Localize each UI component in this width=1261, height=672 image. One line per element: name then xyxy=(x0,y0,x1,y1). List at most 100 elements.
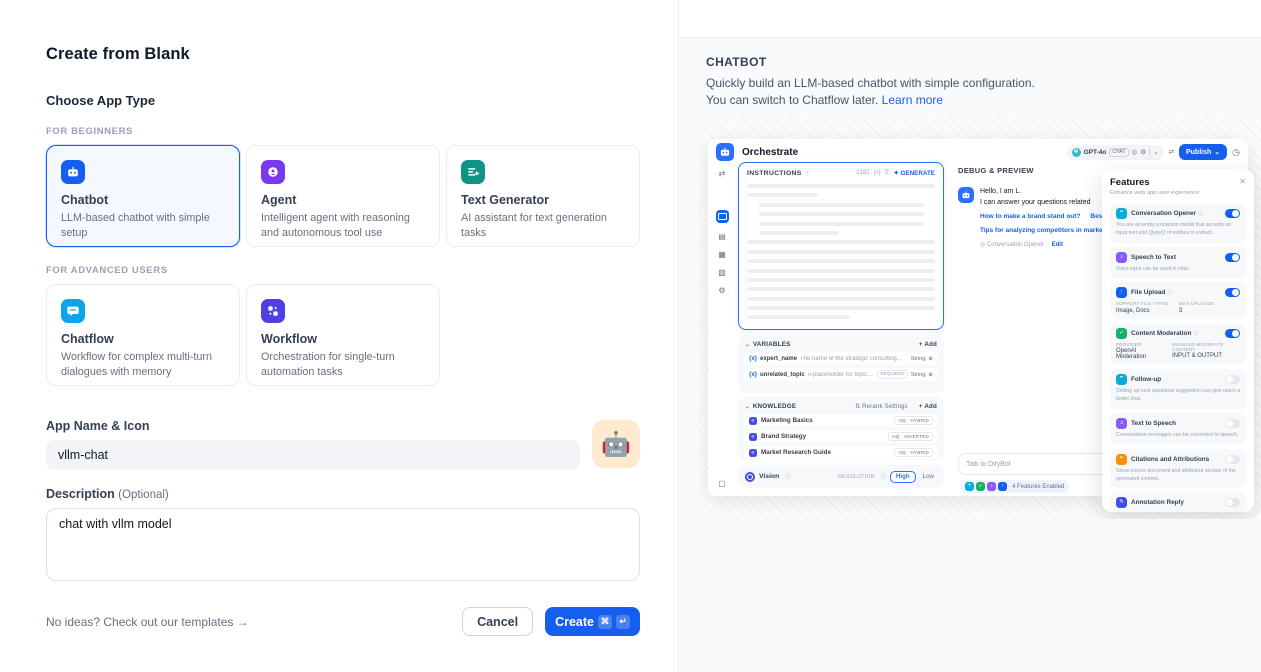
toggle[interactable] xyxy=(1225,419,1240,428)
copy-icon[interactable]: ⎘ xyxy=(885,170,890,177)
description-label: Description (Optional) xyxy=(46,487,640,501)
optional-label: (Optional) xyxy=(118,489,169,501)
card-text-generator[interactable]: Text Generator AI assistant for text gen… xyxy=(446,145,640,247)
card-workflow[interactable]: Workflow Orchestration for single-turn a… xyxy=(246,284,440,386)
orchestrate-title: Orchestrate xyxy=(742,147,798,158)
cancel-button[interactable]: Cancel xyxy=(462,607,533,636)
info-icon: ⓘ xyxy=(881,473,886,480)
templates-link[interactable]: No ideas? Check out our templates → xyxy=(46,615,249,629)
toggle[interactable] xyxy=(1225,253,1240,262)
modal-footer: No ideas? Check out our templates → Canc… xyxy=(46,607,640,636)
variable-icon[interactable]: {x} xyxy=(874,170,881,176)
model-selector[interactable]: ✻ GPT-4o CHAT ◎ ⚙ ⌄ xyxy=(1067,145,1164,160)
exchange-icon[interactable]: ⇄ xyxy=(719,169,726,178)
cmd-key-icon: ⌘ xyxy=(598,615,612,629)
publish-button[interactable]: Publish⌄ xyxy=(1179,144,1227,160)
content-moderation-icon: ✓ xyxy=(976,482,985,491)
placeholder-line xyxy=(759,231,838,235)
knowledge-row[interactable]: ≡ Market Research Guide HQ · HYBRID xyxy=(744,446,938,459)
features-header: Features ✕ xyxy=(1110,177,1246,188)
document-icon[interactable]: ▦ xyxy=(718,250,726,259)
index-mode-tag: HQ · INVERTED xyxy=(888,432,933,441)
note-icon[interactable]: ▧ xyxy=(718,268,726,277)
card-agent[interactable]: Agent Intelligent agent with reasoning a… xyxy=(246,145,440,247)
history-icon[interactable]: ◷ xyxy=(1232,147,1240,158)
edit-link[interactable]: Edit xyxy=(1052,242,1063,248)
dataset-icon: ≡ xyxy=(749,433,757,441)
close-icon[interactable]: ✕ xyxy=(1239,177,1246,186)
conversation-opener-row: ◎ Conversation Opener Edit xyxy=(980,241,1105,250)
placeholder-line xyxy=(747,259,935,263)
toggle[interactable] xyxy=(1225,209,1240,218)
create-button[interactable]: Create ⌘ ↵ xyxy=(545,607,640,636)
card-chatbot[interactable]: Chatbot LLM-based chatbot with simple se… xyxy=(46,145,240,247)
frame-icon[interactable]: ▢ xyxy=(708,479,736,488)
feature-card-conversation-opener: ❝ Conversation Opener ⓘ You are an entit… xyxy=(1110,203,1246,243)
feature-card-file-upload: ↑ File Upload ⓘ SUPPORT FILE TYPESImage,… xyxy=(1110,282,1246,319)
features-title: Features xyxy=(1110,177,1150,188)
placeholder-line xyxy=(747,240,935,244)
placeholder-line xyxy=(747,250,935,254)
card-desc: Intelligent agent with reasoning and aut… xyxy=(261,211,425,240)
variable-row[interactable]: {x} expert_name The name of the strategi… xyxy=(744,352,938,365)
instructions-title: INSTRUCTIONS xyxy=(747,170,802,177)
toggle[interactable] xyxy=(1225,455,1240,464)
model-mode-tag: CHAT xyxy=(1109,148,1128,157)
footer-buttons: Cancel Create ⌘ ↵ xyxy=(462,607,640,636)
follow-up-icon: ❞ xyxy=(1116,374,1127,385)
knowledge-row[interactable]: ≡ Marketing Basics HQ · HYBRID xyxy=(744,414,938,427)
chevron-down-icon[interactable]: ⌄ xyxy=(745,342,750,348)
model-name: GPT-4o xyxy=(1084,149,1107,156)
for-advanced-users-label: FOR ADVANCED USERS xyxy=(46,265,678,276)
placeholder-line xyxy=(759,212,924,216)
chat-input[interactable] xyxy=(958,453,1110,475)
description-textarea[interactable]: chat with vllm model xyxy=(46,508,640,581)
knowledge-title: KNOWLEDGE xyxy=(753,403,796,410)
app-name-section: App Name & Icon 🤖 xyxy=(46,419,640,470)
card-title: Chatbot xyxy=(61,193,225,207)
feature-card-text-to-speech: ♫ Text to Speech Conversation messages c… xyxy=(1110,413,1246,445)
robot-emoji-icon: 🤖 xyxy=(601,430,631,459)
conversation-opener-icon: ❝ xyxy=(965,482,974,491)
variable-row[interactable]: {x} unrelated_topic A placeholder for to… xyxy=(744,368,938,381)
divider xyxy=(1149,148,1150,156)
learn-more-link[interactable]: Learn more xyxy=(882,93,943,107)
chevron-down-icon[interactable]: ⌄ xyxy=(745,404,750,410)
create-app-modal-left: Create from Blank Choose App Type FOR BE… xyxy=(0,0,679,672)
image-icon[interactable]: ▤ xyxy=(718,232,726,241)
tune-icon[interactable]: ⇄ xyxy=(1169,148,1174,156)
toggle[interactable] xyxy=(1225,329,1240,338)
features-enabled-badge[interactable]: ❝ ✓ ♪ ↑ 4 Features Enabled xyxy=(960,480,1069,493)
suggested-question[interactable]: How to make a brand stand out?Bes xyxy=(980,212,1105,222)
vision-row: Vision ⓘ RESOLUTION ⓘ High Low xyxy=(738,465,944,488)
card-title: Agent xyxy=(261,193,425,207)
placeholder-line xyxy=(759,203,924,207)
text-to-speech-icon: ♫ xyxy=(1116,418,1127,429)
suggested-question[interactable]: Tips for analyzing competitors in market xyxy=(980,226,1105,236)
rerank-settings-button[interactable]: ⇅ Rerank Settings xyxy=(855,403,908,410)
card-desc: LLM-based chatbot with simple setup xyxy=(61,211,225,240)
app-icon-picker[interactable]: 🤖 xyxy=(592,420,640,468)
choose-app-type-heading: Choose App Type xyxy=(46,93,678,108)
variable-settings-icon[interactable]: ⊕ xyxy=(928,372,933,378)
card-chatflow[interactable]: Chatflow Workflow for complex multi-turn… xyxy=(46,284,240,386)
prompt-panel-icon[interactable] xyxy=(716,210,729,223)
add-knowledge-button[interactable]: + Add xyxy=(919,403,937,410)
placeholder-line xyxy=(747,278,935,282)
toggle[interactable] xyxy=(1225,498,1240,507)
knowledge-panel: ⌄ KNOWLEDGE ⇅ Rerank Settings + Add ≡ Ma… xyxy=(738,397,944,460)
resolution-high-button[interactable]: High xyxy=(890,471,916,483)
placeholder-line xyxy=(747,306,935,310)
generate-button[interactable]: ✦ GENERATE xyxy=(893,170,935,177)
app-name-input[interactable] xyxy=(46,440,580,470)
settings-icon[interactable]: ⚙ xyxy=(718,286,725,295)
knowledge-row[interactable]: ≡ Brand Strategy HQ · INVERTED xyxy=(744,430,938,443)
instructions-tools: 2182 {x} ⎘ ✦ GENERATE xyxy=(856,170,935,177)
resolution-low-button[interactable]: Low xyxy=(920,472,937,482)
variable-settings-icon[interactable]: ⊕ xyxy=(928,356,933,362)
toggle[interactable] xyxy=(1225,375,1240,384)
file-upload-icon: ↑ xyxy=(998,482,1007,491)
toggle[interactable] xyxy=(1225,288,1240,297)
feature-card-follow-up: ❞ Follow-up Setting up next questions su… xyxy=(1110,369,1246,409)
add-variable-button[interactable]: + Add xyxy=(919,341,937,348)
